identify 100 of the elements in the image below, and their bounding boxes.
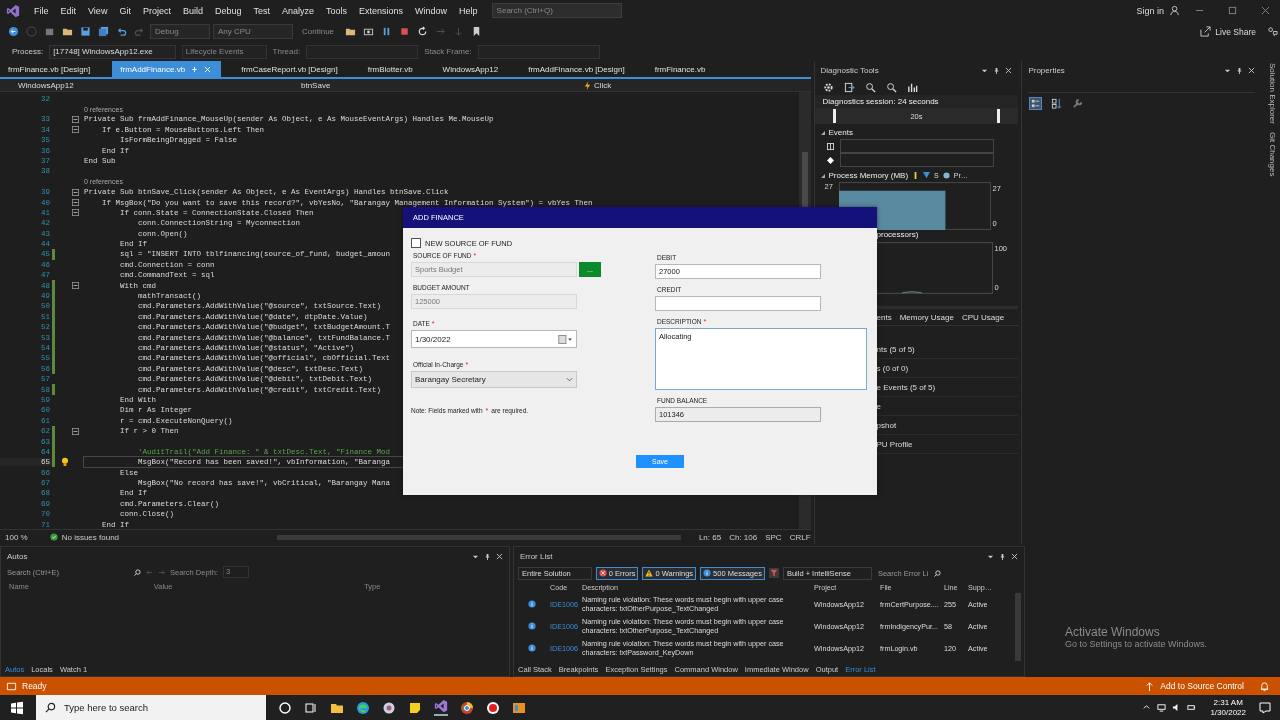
user-icon[interactable]	[1170, 5, 1181, 17]
scrollbar[interactable]	[1015, 593, 1021, 662]
expand-triangle-icon[interactable]	[820, 130, 825, 135]
task-view-icon[interactable]	[304, 700, 318, 715]
menu-item[interactable]: Test	[247, 5, 276, 16]
collapse-icon[interactable]	[72, 115, 79, 123]
editor-tab[interactable]: frmFinance.vb [Design]	[0, 61, 101, 78]
menu-item[interactable]: Edit	[54, 5, 83, 16]
summary-item[interactable]: s (0 of 0)	[876, 363, 909, 373]
project-dropdown[interactable]: WindowsApp12	[0, 80, 283, 90]
menu-item[interactable]: Debug	[208, 5, 248, 16]
input-field[interactable]	[655, 296, 821, 311]
collapse-icon[interactable]	[72, 126, 79, 134]
browser-icon[interactable]	[460, 700, 474, 715]
chevron-down-icon[interactable]	[566, 376, 573, 383]
clock[interactable]: 2:31 AM 1/30/2022	[1210, 697, 1246, 718]
notification-icon[interactable]	[1258, 700, 1272, 715]
close-icon[interactable]	[1011, 552, 1018, 560]
panel-tab[interactable]: ents	[876, 312, 892, 322]
close-icon[interactable]	[1261, 6, 1270, 16]
bell-icon[interactable]	[1259, 680, 1270, 692]
panel-tab[interactable]: CPU Usage	[961, 312, 1005, 322]
process-dropdown[interactable]: [17748] WindowsApp12.exe	[49, 44, 176, 59]
collapse-icon[interactable]	[72, 282, 79, 290]
lifecycle-events-dropdown[interactable]: Lifecycle Events	[181, 44, 267, 59]
menu-item[interactable]: Tools	[320, 5, 354, 16]
browser-icon[interactable]	[356, 700, 370, 715]
close-icon[interactable]	[1248, 66, 1256, 74]
summary-item[interactable]: e	[876, 401, 881, 411]
collapse-icon[interactable]	[72, 188, 79, 196]
zoom-level[interactable]: 100 %	[5, 532, 28, 542]
menu-item[interactable]: Analyze	[276, 5, 320, 16]
menu-item[interactable]: Git	[113, 5, 137, 16]
issues-status[interactable]: No issues found	[61, 532, 120, 542]
search-icon[interactable]	[134, 568, 141, 576]
pin-icon[interactable]	[484, 552, 491, 560]
close-icon[interactable]	[496, 552, 503, 560]
save-all-icon[interactable]	[98, 26, 109, 38]
save-icon[interactable]	[80, 26, 91, 38]
chart-icon[interactable]	[906, 81, 918, 93]
calendar-icon[interactable]	[558, 334, 573, 344]
search-icon[interactable]	[933, 569, 941, 577]
filter-icon[interactable]	[768, 568, 779, 579]
maximize-icon[interactable]	[1228, 6, 1237, 16]
zoom-out-icon[interactable]	[885, 81, 897, 93]
sign-in-link[interactable]: Sign in	[1136, 5, 1164, 16]
menu-item[interactable]: Project	[136, 5, 177, 16]
pin-icon[interactable]	[999, 552, 1006, 560]
section-header[interactable]: Process Memory (MB)	[828, 171, 909, 181]
zoom-in-icon[interactable]	[864, 81, 876, 93]
menu-item[interactable]: Window	[409, 5, 454, 16]
search-field[interactable]: Type here to search	[36, 695, 266, 720]
date-picker[interactable]: 1/30/2022	[411, 330, 577, 348]
event-dropdown[interactable]: Click	[566, 80, 612, 90]
editor-tab[interactable]: frmAddFinance.vb [Design]	[520, 61, 635, 78]
feedback-icon[interactable]	[1267, 26, 1278, 38]
source-control-button[interactable]: Add to Source Control	[1160, 681, 1244, 692]
object-dropdown[interactable]: btnSave	[283, 80, 566, 90]
section-header[interactable]: processors)	[876, 230, 919, 240]
settings-icon[interactable]	[822, 81, 834, 93]
scrollbar[interactable]	[277, 534, 681, 540]
circle-icon[interactable]	[278, 700, 292, 715]
sticky-notes-icon[interactable]	[408, 700, 422, 715]
checkbox[interactable]	[411, 238, 421, 248]
collapse-icon[interactable]	[72, 427, 79, 435]
collapse-icon[interactable]	[72, 199, 79, 206]
sort-icon[interactable]	[1051, 97, 1063, 109]
editor-tab[interactable]: frmBlotter.vb	[359, 61, 423, 78]
panel-tab[interactable]: Memory Usage	[899, 312, 954, 322]
summary-item[interactable]: pshot	[876, 420, 897, 430]
menu-item[interactable]: View	[82, 5, 114, 16]
undo-icon[interactable]	[116, 26, 127, 38]
export-icon[interactable]	[843, 81, 855, 93]
battery-icon[interactable]	[1187, 703, 1197, 712]
menu-item[interactable]: File	[28, 5, 55, 16]
menu-item[interactable]: Build	[176, 5, 209, 16]
chevron-up-icon[interactable]	[1142, 703, 1152, 712]
summary-item[interactable]: nts (5 of 5)	[876, 344, 915, 354]
editor-tab[interactable]: frmCaseReport.vb [Design]	[233, 61, 348, 78]
network-icon[interactable]	[1157, 703, 1167, 712]
wrench-icon[interactable]	[1072, 97, 1084, 109]
back-icon[interactable]	[8, 26, 19, 38]
menu-item[interactable]: Help	[453, 5, 484, 16]
side-tab[interactable]: Solution Explorer	[1267, 63, 1277, 125]
new-project-icon[interactable]	[44, 26, 55, 38]
record-icon[interactable]	[486, 700, 500, 715]
app-icon[interactable]	[512, 700, 526, 715]
expand-triangle-icon[interactable]	[820, 173, 825, 178]
camera-icon[interactable]	[363, 26, 375, 38]
stop-icon[interactable]	[399, 26, 411, 38]
live-share-button[interactable]: Live Share	[1200, 26, 1256, 38]
menu-item[interactable]: Extensions	[353, 5, 410, 16]
section-header[interactable]: Events	[828, 128, 853, 138]
search-field[interactable]: Search (Ctrl+Q)	[491, 3, 622, 19]
editor-tab[interactable]: frmFinance.vb	[646, 61, 716, 78]
official-dropdown[interactable]: Barangay Secretary	[411, 371, 577, 388]
editor-tab[interactable]: WindowsApp12	[434, 61, 509, 78]
summary-item[interactable]: PU Profile	[876, 439, 913, 449]
folder-icon[interactable]	[62, 26, 73, 38]
summary-item[interactable]: e Events (5 of 5)	[876, 382, 936, 392]
